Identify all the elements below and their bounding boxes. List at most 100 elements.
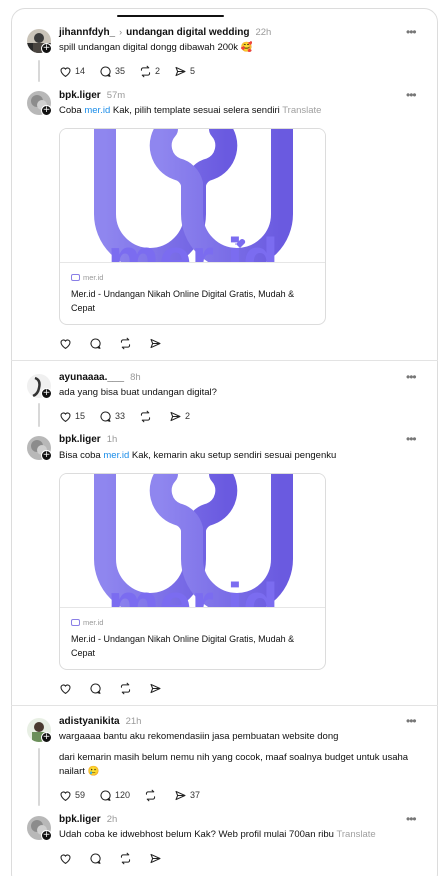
reply-button[interactable] (89, 337, 105, 350)
repost-button[interactable] (119, 852, 135, 865)
like-button[interactable]: 15 (59, 410, 85, 423)
avatar[interactable]: + (27, 718, 55, 746)
timestamp: 8h (130, 371, 141, 383)
site-icon (71, 619, 80, 626)
post-actions (59, 851, 179, 865)
username[interactable]: bpk.liger (59, 90, 101, 101)
post-header: bpk.liger 1h (59, 432, 117, 446)
share-button[interactable]: 37 (174, 789, 200, 802)
reply-count: 120 (115, 790, 131, 800)
link-merid[interactable]: mer.id (103, 450, 129, 461)
repost-button[interactable] (139, 410, 155, 423)
follow-plus-icon[interactable]: + (41, 388, 52, 399)
post-text: Udah coba ke idwebhost belum Kak? Web pr… (59, 828, 425, 842)
card-domain: mer.id (71, 618, 103, 627)
like-button[interactable]: 59 (59, 789, 85, 802)
share-count: 2 (185, 411, 191, 421)
repost-button[interactable] (119, 337, 135, 350)
username[interactable]: bpk.liger (59, 434, 101, 445)
translate-link[interactable]: Translate (282, 105, 321, 116)
merid-logo-image: mer.id (60, 474, 325, 608)
share-button[interactable]: 5 (174, 65, 195, 78)
post-text: spill undangan digital dongg dibawah 200… (59, 42, 253, 53)
follow-plus-icon[interactable]: + (41, 830, 52, 841)
svg-text:mer.id: mer.id (108, 572, 279, 608)
repost-button[interactable]: 2 (139, 65, 160, 78)
follow-plus-icon[interactable]: + (41, 43, 52, 54)
username[interactable]: adistyanikita (59, 716, 120, 727)
avatar[interactable]: + (27, 374, 55, 402)
share-button[interactable] (149, 337, 165, 350)
post-header: jihannfdyh_ › undangan digital wedding 2… (59, 25, 271, 39)
repost-count: 2 (155, 66, 161, 76)
post-actions (59, 336, 179, 350)
username[interactable]: ayunaaaa.___ (59, 372, 124, 383)
share-icon (150, 683, 161, 693)
heart-icon (60, 790, 71, 801)
repost-button[interactable] (144, 789, 160, 802)
link-merid[interactable]: mer.id (84, 105, 110, 116)
share-button[interactable]: 2 (169, 410, 190, 423)
timestamp: 2h (106, 813, 118, 825)
more-icon[interactable]: ••• (406, 714, 417, 728)
repost-button[interactable] (119, 682, 135, 695)
reply-button[interactable] (89, 682, 105, 695)
text-segment: Kak, kemarin aku setup sendiri sesuai pe… (129, 450, 337, 461)
more-icon[interactable]: ••• (406, 370, 417, 384)
timestamp: 21h (125, 715, 142, 727)
like-button[interactable] (59, 337, 75, 350)
link-preview-card[interactable]: mer.id mer.id Mer.id - Undangan Nikah On… (59, 473, 326, 670)
like-button[interactable]: 14 (59, 65, 85, 78)
text-segment: Udah coba ke idwebhost belum Kak? Web pr… (59, 829, 334, 840)
chevron-right-icon: › (119, 27, 123, 37)
card-domain: mer.id (71, 273, 103, 282)
follow-plus-icon[interactable]: + (41, 732, 52, 743)
more-icon[interactable]: ••• (406, 88, 417, 102)
post-actions: 59 120 37 (59, 788, 214, 802)
post-header: bpk.liger 57m (59, 88, 125, 102)
share-icon (150, 338, 161, 348)
comment-icon (100, 411, 111, 422)
post-text: Coba mer.id Kak, pilih template sesuai s… (59, 104, 425, 118)
card-title: Mer.id - Undangan Nikah Online Digital G… (71, 289, 295, 313)
like-count: 59 (75, 790, 86, 800)
more-icon[interactable]: ••• (406, 25, 417, 39)
reply-button[interactable]: 35 (99, 65, 125, 78)
more-icon[interactable]: ••• (406, 812, 417, 826)
site-icon (71, 274, 80, 281)
share-icon (170, 411, 181, 421)
thread-line (38, 60, 40, 82)
reply-button[interactable]: 33 (99, 410, 125, 423)
reply-count: 33 (115, 411, 126, 421)
avatar[interactable]: + (27, 91, 55, 119)
comment-icon (90, 338, 101, 349)
topic-tag[interactable]: undangan digital wedding (126, 27, 249, 38)
like-button[interactable] (59, 852, 75, 865)
card-domain-text: mer.id (83, 273, 104, 282)
reply-button[interactable] (89, 852, 105, 865)
more-icon[interactable]: ••• (406, 432, 417, 446)
timestamp: 57m (106, 89, 126, 101)
translate-link[interactable]: Translate (336, 829, 375, 840)
username[interactable]: jihannfdyh_ (59, 27, 115, 38)
reply-button[interactable]: 120 (99, 789, 130, 802)
drag-handle[interactable] (117, 15, 224, 17)
repost-icon (120, 682, 131, 694)
post-text: wargaaaa bantu aku rekomendasiin jasa pe… (59, 731, 339, 742)
share-button[interactable] (149, 682, 165, 695)
text-segment: Bisa coba (59, 450, 104, 461)
avatar[interactable]: + (27, 816, 55, 844)
card-domain-text: mer.id (83, 618, 104, 627)
post-text: Bisa coba mer.id Kak, kemarin aku setup … (59, 449, 425, 463)
follow-plus-icon[interactable]: + (41, 105, 52, 116)
link-preview-card[interactable]: mer.id mer.id Mer.id - Undangan Nikah On… (59, 128, 326, 325)
share-button[interactable] (149, 852, 165, 865)
avatar[interactable]: + (27, 29, 55, 57)
follow-plus-icon[interactable]: + (41, 450, 52, 461)
post-header: adistyanikita 21h (59, 714, 141, 728)
thread-line (38, 748, 40, 806)
username[interactable]: bpk.liger (59, 814, 101, 825)
avatar[interactable]: + (27, 436, 55, 464)
like-button[interactable] (59, 682, 75, 695)
text-segment: Kak, pilih template sesuai selera sendir… (110, 105, 280, 116)
